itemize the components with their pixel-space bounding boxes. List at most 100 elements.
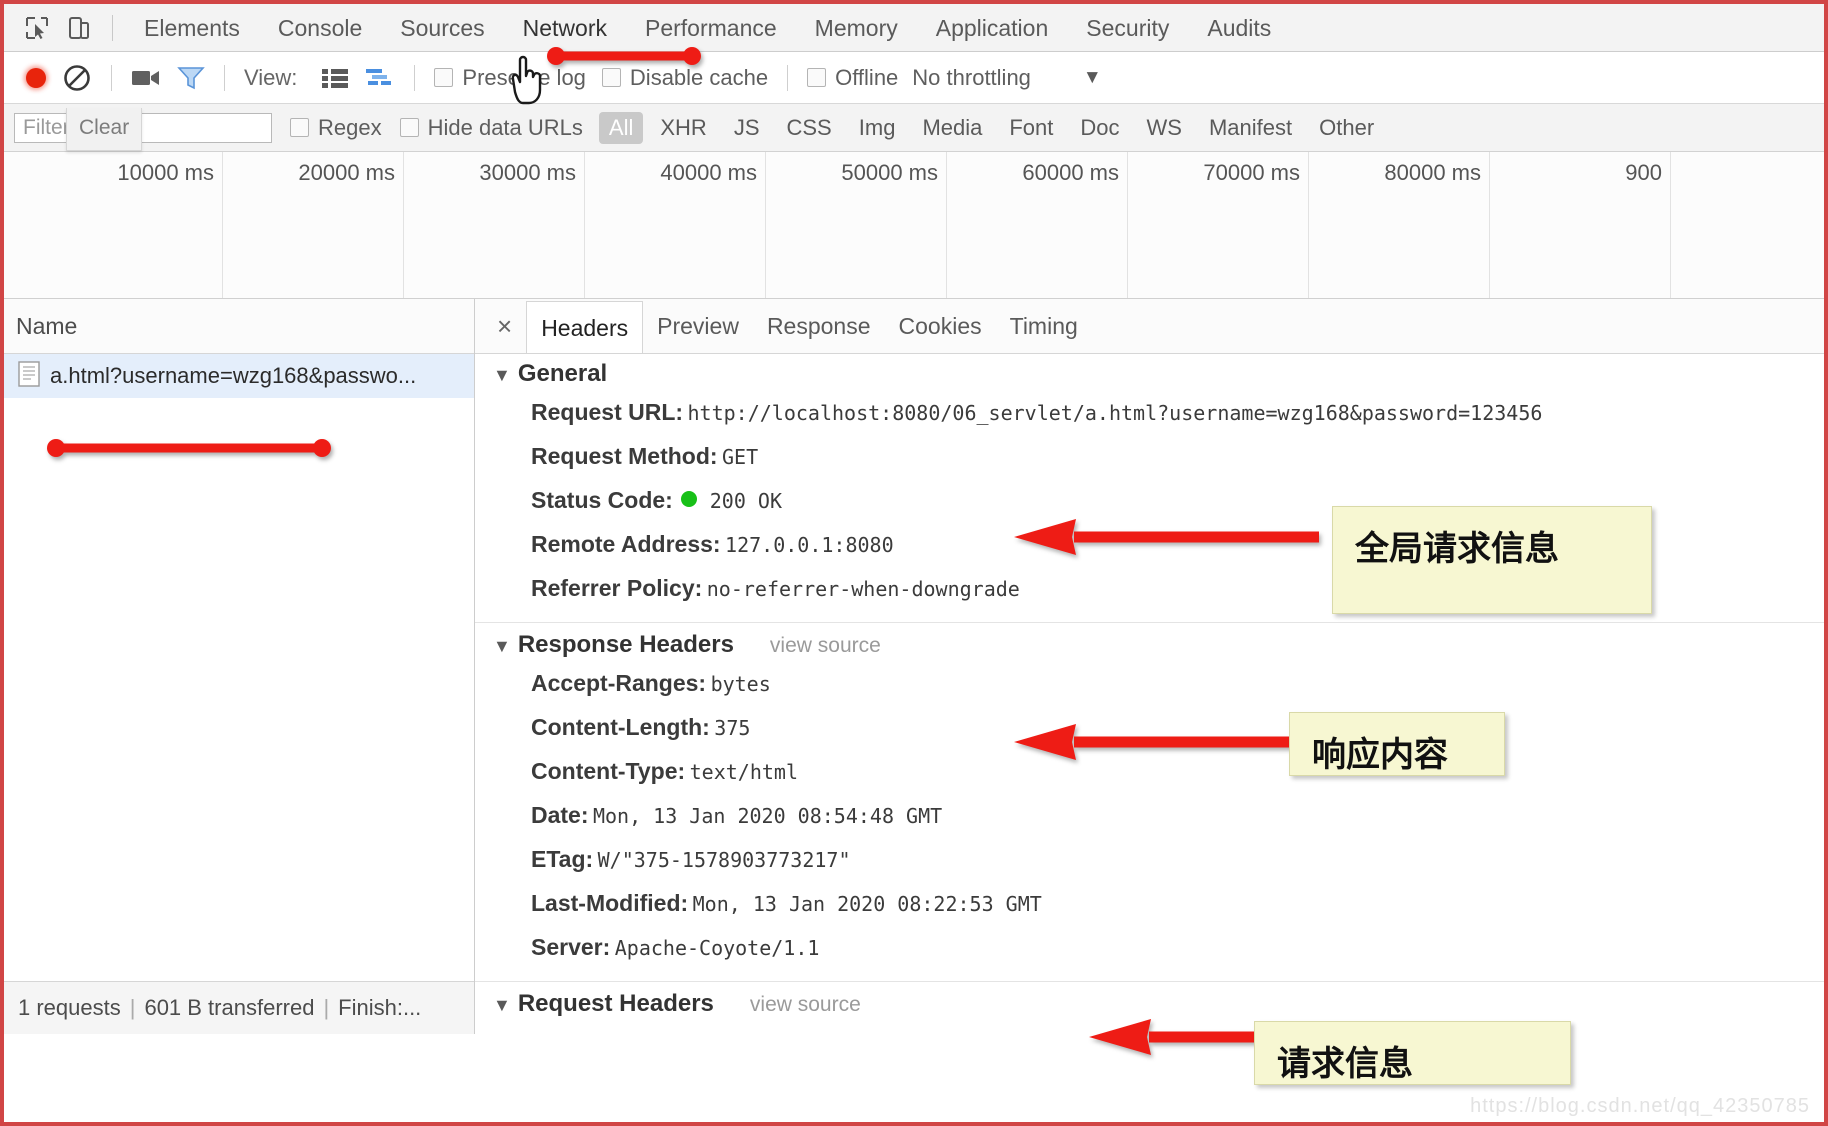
filter-bar: Regex Hide data URLs All XHR JS CSS Img …: [4, 104, 1824, 152]
offline-box: [807, 68, 826, 87]
status-divider: |: [130, 995, 136, 1021]
throttling-select[interactable]: No throttling: [912, 65, 1031, 91]
regex-checkbox[interactable]: Regex: [290, 115, 382, 141]
transferred-size: 601 B transferred: [144, 995, 314, 1021]
ruler-cell: 80000 ms: [1308, 152, 1490, 298]
chip-img[interactable]: Img: [849, 112, 906, 144]
regex-box: [290, 118, 309, 137]
hide-data-urls-label: Hide data URLs: [428, 115, 583, 141]
ruler-cell: 60000 ms: [946, 152, 1128, 298]
tab-security[interactable]: Security: [1067, 5, 1188, 51]
tab-timing[interactable]: Timing: [996, 300, 1092, 352]
details-tab-bar: × Headers Preview Response Cookies Timin…: [475, 299, 1824, 354]
mouse-cursor-icon: [502, 52, 546, 111]
view-source-link[interactable]: view source: [750, 993, 861, 1017]
tabbar-divider: [112, 15, 113, 41]
annotation-arrow-general: [1014, 517, 1324, 562]
offline-checkbox[interactable]: Offline: [799, 58, 906, 98]
chevron-down-icon[interactable]: ▼: [493, 365, 511, 386]
headers-content: ▼ General Request URL: http://localhost:…: [475, 354, 1824, 1034]
hide-data-urls-checkbox[interactable]: Hide data URLs: [400, 115, 583, 141]
tab-headers[interactable]: Headers: [526, 301, 643, 353]
header-row: Request Method: GET: [475, 436, 1824, 480]
header-key: Date:: [531, 802, 589, 828]
ruler-cell: 30000 ms: [403, 152, 585, 298]
list-view-button[interactable]: [313, 58, 357, 98]
record-button[interactable]: [18, 58, 54, 98]
chip-manifest[interactable]: Manifest: [1199, 112, 1302, 144]
header-key: Remote Address:: [531, 531, 721, 557]
header-key: Accept:: [531, 1029, 615, 1034]
waterfall-view-button[interactable]: [357, 58, 403, 98]
devtools-window: Elements Console Sources Network Perform…: [0, 0, 1828, 1126]
waterfall-view-icon: [365, 67, 395, 89]
ruler-tick-label: 80000 ms: [1384, 160, 1481, 186]
chevron-down-icon[interactable]: ▼: [1083, 67, 1102, 89]
request-name: a.html?username=wzg168&passwo...: [50, 363, 416, 389]
header-row: Request URL: http://localhost:8080/06_se…: [475, 392, 1824, 436]
chip-xhr[interactable]: XHR: [650, 112, 716, 144]
section-title: Request Headers: [518, 990, 714, 1018]
header-value: 375: [714, 716, 750, 740]
header-row: ETag: W/"375-1578903773217": [475, 839, 1824, 883]
chip-all[interactable]: All: [599, 112, 643, 144]
annotation-note-request: 请求信息: [1254, 1021, 1571, 1085]
annotation-underline-network-tab: [544, 44, 704, 73]
header-key: Content-Length:: [531, 714, 710, 740]
section-request-headers-title: ▼ Request Headers view source: [475, 990, 1824, 1018]
document-icon: [18, 361, 40, 392]
column-header-name: Name: [4, 313, 77, 340]
capture-screenshots-button[interactable]: [123, 58, 169, 98]
chevron-down-icon[interactable]: ▼: [493, 995, 511, 1016]
annotation-arrow-request: [1089, 1017, 1274, 1062]
filter-input[interactable]: [14, 113, 272, 143]
header-value: W/"375-1578903773217": [598, 848, 851, 872]
devtools-tab-bar: Elements Console Sources Network Perform…: [4, 4, 1824, 52]
section-general-title: ▼ General: [475, 360, 1824, 388]
header-key: Accept-Ranges:: [531, 670, 706, 696]
ruler-tick-label: 20000 ms: [298, 160, 395, 186]
chip-other[interactable]: Other: [1309, 112, 1384, 144]
regex-label: Regex: [318, 115, 382, 141]
camera-icon: [131, 67, 161, 89]
annotation-note-general: 全局请求信息: [1332, 506, 1652, 614]
tab-application[interactable]: Application: [917, 5, 1068, 51]
chip-media[interactable]: Media: [912, 112, 992, 144]
tab-response[interactable]: Response: [753, 300, 885, 352]
header-key: Server:: [531, 934, 610, 960]
tab-audits[interactable]: Audits: [1188, 5, 1290, 51]
table-row[interactable]: a.html?username=wzg168&passwo...: [4, 354, 474, 398]
device-toolbar-icon[interactable]: [58, 8, 100, 48]
ruler-tick-label: 10000 ms: [117, 160, 214, 186]
close-icon[interactable]: ×: [483, 313, 526, 339]
toolbar-divider-1: [111, 65, 112, 91]
chip-font[interactable]: Font: [999, 112, 1063, 144]
filter-toggle-button[interactable]: [169, 58, 213, 98]
hide-data-urls-box: [400, 118, 419, 137]
resource-type-filters: All XHR JS CSS Img Media Font Doc WS Man…: [599, 112, 1391, 144]
tab-elements[interactable]: Elements: [125, 5, 259, 51]
chip-css[interactable]: CSS: [777, 112, 842, 144]
ruler-cell: 900: [1489, 152, 1671, 298]
tab-preview[interactable]: Preview: [643, 300, 753, 352]
header-value: Mon, 13 Jan 2020 08:54:48 GMT: [593, 804, 942, 828]
tab-console[interactable]: Console: [259, 5, 381, 51]
inspect-element-icon[interactable]: [16, 8, 58, 48]
finish-time: Finish:...: [338, 995, 421, 1021]
network-overview-timeline[interactable]: 10000 ms 20000 ms 30000 ms 40000 ms 5000…: [4, 152, 1824, 299]
header-value: text/html: [690, 760, 798, 784]
request-details-pane: × Headers Preview Response Cookies Timin…: [475, 299, 1824, 1034]
tab-cookies[interactable]: Cookies: [885, 300, 996, 352]
header-key: Request URL:: [531, 399, 683, 425]
ruler-tick-label: 70000 ms: [1203, 160, 1300, 186]
chevron-down-icon[interactable]: ▼: [493, 636, 511, 657]
chip-doc[interactable]: Doc: [1070, 112, 1129, 144]
clear-button[interactable]: [54, 58, 100, 98]
tab-memory[interactable]: Memory: [796, 5, 917, 51]
tab-sources[interactable]: Sources: [381, 5, 503, 51]
view-source-link[interactable]: view source: [770, 634, 881, 658]
clear-tooltip: Clear: [66, 108, 142, 151]
list-view-icon: [321, 67, 349, 89]
chip-ws[interactable]: WS: [1137, 112, 1192, 144]
chip-js[interactable]: JS: [724, 112, 770, 144]
